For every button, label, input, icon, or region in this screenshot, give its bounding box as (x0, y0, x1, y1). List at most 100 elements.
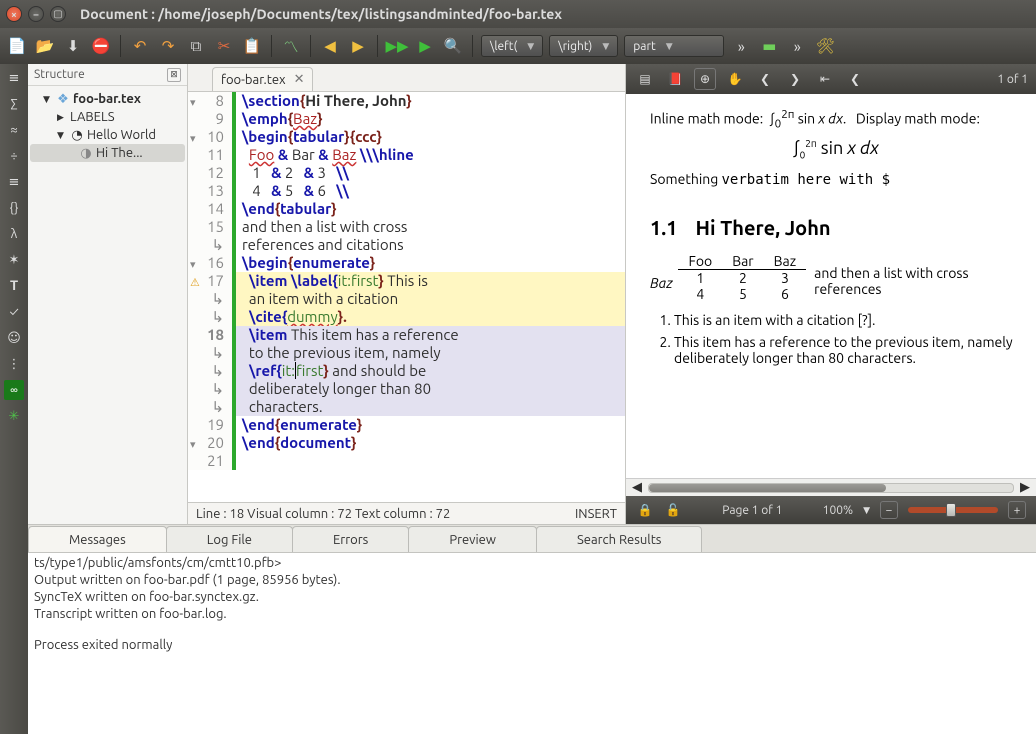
section-number: 1.1 (650, 216, 677, 239)
window-titlebar: × – ▢ Document : /home/joseph/Documents/… (0, 0, 1036, 28)
sym-lists-icon[interactable]: ≡ (4, 172, 24, 192)
messages-panel[interactable]: ts/type1/public/amsfonts/cm/cmtt10.pfb> … (28, 552, 1036, 734)
tab-close-icon[interactable]: ✕ (294, 72, 305, 87)
tree-hi-label: Hi The... (96, 146, 143, 160)
caret-down-icon[interactable]: ▼ (57, 130, 67, 141)
paste-icon[interactable]: 📋 (241, 35, 263, 57)
preview-list-item: This is an item with a citation [?]. (674, 312, 1022, 328)
tab-errors[interactable]: Errors (292, 526, 409, 552)
scroll-right-icon[interactable]: ▶ (1020, 480, 1030, 495)
cut-icon[interactable]: ✂ (213, 35, 235, 57)
structure-close-button[interactable]: ⊠ (167, 68, 181, 82)
delimiter-left-label: \left( (490, 40, 517, 53)
maximize-window-button[interactable]: ▢ (50, 6, 66, 22)
lock-icon[interactable]: 🔒 (636, 501, 654, 519)
save-file-icon[interactable]: ⬇︎ (62, 35, 84, 57)
log-line: SyncTeX written on foo-bar.synctex.gz. (34, 589, 1030, 606)
close-window-button[interactable]: × (6, 6, 22, 22)
highlight-icon[interactable]: ▬ (758, 35, 780, 57)
sym-text-icon[interactable]: 𝐓 (4, 276, 24, 296)
tree-root[interactable]: ▼ ❖ foo-bar.tex (30, 90, 185, 108)
undo-icon[interactable]: ↶ (129, 35, 151, 57)
code-area[interactable]: 8 ▾\section{Hi There, John} 9\emph{Baz} … (188, 92, 625, 502)
scroll-left-icon[interactable]: ◀ (632, 480, 642, 495)
editor-statusbar: Line : 18 Visual column : 72 Text column… (188, 502, 625, 524)
symbols-sidebar: ≡ ∑ ≈ ÷ ≡ {} λ ✶ 𝐓 ✓ ☺ ⋮ ∞ ✳ (0, 64, 28, 734)
pv-pdf-icon[interactable]: 📕 (664, 68, 686, 90)
separator (120, 35, 121, 57)
minimize-window-button[interactable]: – (28, 6, 44, 22)
pv-add-icon[interactable]: ⊕ (694, 68, 716, 90)
tab-search-results[interactable]: Search Results (536, 526, 703, 552)
editor-tabbar: foo-bar.tex ✕ (188, 64, 625, 92)
zoom-slider[interactable] (908, 507, 998, 513)
caret-down-icon[interactable]: ▼ (43, 94, 53, 105)
separator (472, 35, 473, 57)
caret-right-icon[interactable]: ▶ (57, 112, 67, 123)
overflow2-icon[interactable]: » (786, 35, 808, 57)
pv-hand-icon[interactable]: ✋ (724, 68, 746, 90)
pv-next-icon[interactable]: ❯ (784, 68, 806, 90)
view-icon[interactable]: 🔍 (442, 35, 464, 57)
zoom-out-icon[interactable]: − (880, 501, 898, 519)
sym-lambda-icon[interactable]: λ (4, 224, 24, 244)
pv-first-icon[interactable]: ⇤ (814, 68, 836, 90)
wizard-icon[interactable]: 〽︎ (280, 35, 302, 57)
close-file-icon[interactable]: ⛔ (90, 35, 112, 57)
tree-labels[interactable]: ▶ LABELS (30, 108, 185, 126)
preview-footer: 🔒 🔓 Page 1 of 1 100%▼ − + (626, 496, 1036, 524)
tree-hello-label: Hello World (87, 128, 156, 142)
window-title: Document : /home/joseph/Documents/tex/li… (80, 6, 562, 22)
build-icon[interactable]: ▶▶ (386, 35, 408, 57)
pv-back-icon[interactable]: ❮ (844, 68, 866, 90)
build-view-icon[interactable]: ▶ (414, 35, 436, 57)
sym-check-icon[interactable]: ✓ (4, 302, 24, 322)
sym-star-icon[interactable]: ✳ (4, 406, 24, 426)
zoom-in-icon[interactable]: + (1008, 501, 1026, 519)
open-file-icon[interactable]: 📂 (34, 35, 56, 57)
prev-icon[interactable]: ◀ (319, 35, 341, 57)
tree-hello[interactable]: ▼ ◔ Hello World (30, 126, 185, 144)
sym-braces-icon[interactable]: {} (4, 198, 24, 218)
lock-open-icon[interactable]: 🔓 (664, 501, 682, 519)
preview-hscroll[interactable]: ◀ ▶ (626, 478, 1036, 496)
separator (271, 35, 272, 57)
delimiter-right-dropdown[interactable]: \right)▼ (549, 35, 618, 57)
structure-title: Structure (34, 68, 85, 81)
editor-tab-label: foo-bar.tex (221, 73, 286, 87)
redo-icon[interactable]: ↷ (157, 35, 179, 57)
pdf-page[interactable]: Inline math mode: ∫02π sin x dx. Display… (626, 94, 1036, 478)
sym-misc-icon[interactable]: ✶ (4, 250, 24, 270)
pv-prev-icon[interactable]: ❮ (754, 68, 776, 90)
next-icon[interactable]: ▶ (347, 35, 369, 57)
preview-list-item: This item has a reference to the previou… (674, 334, 1022, 366)
sym-relations-icon[interactable]: ≈ (4, 120, 24, 140)
editor-tab[interactable]: foo-bar.tex ✕ (212, 67, 313, 91)
tree-labels-label: LABELS (70, 110, 115, 124)
bottom-tabbar: Messages Log File Errors Preview Search … (28, 524, 1036, 552)
log-line: Transcript written on foo-bar.log. (34, 606, 1030, 623)
log-line: Process exited normally (34, 637, 1030, 654)
tab-messages[interactable]: Messages (28, 526, 167, 552)
sym-face-icon[interactable]: ☺ (4, 328, 24, 348)
sym-greek-icon[interactable]: ≡ (4, 68, 24, 88)
sym-infty-icon[interactable]: ∞ (4, 380, 24, 400)
copy-icon[interactable]: ⧉ (185, 35, 207, 57)
pv-page-count: 1 of 1 (997, 73, 1028, 86)
new-file-icon[interactable]: 📄 (6, 35, 28, 57)
overflow-icon[interactable]: » (730, 35, 752, 57)
sym-dots-icon[interactable]: ⋮ (4, 354, 24, 374)
delimiter-left-dropdown[interactable]: \left(▼ (481, 35, 543, 57)
sym-arrows-icon[interactable]: ÷ (4, 146, 24, 166)
tree-root-label: foo-bar.tex (73, 92, 141, 106)
tab-logfile[interactable]: Log File (166, 526, 293, 552)
tree-hi[interactable]: ◑ Hi The... (30, 144, 185, 162)
footer-page: Page 1 of 1 (692, 504, 813, 517)
sectioning-dropdown[interactable]: part▼ (624, 35, 724, 57)
tools-icon[interactable]: 🛠 (814, 35, 836, 57)
tab-preview[interactable]: Preview (408, 526, 537, 552)
separator (377, 35, 378, 57)
pv-page-icon[interactable]: ▤ (634, 68, 656, 90)
scroll-thumb[interactable] (649, 484, 886, 492)
sym-operators-icon[interactable]: ∑ (4, 94, 24, 114)
